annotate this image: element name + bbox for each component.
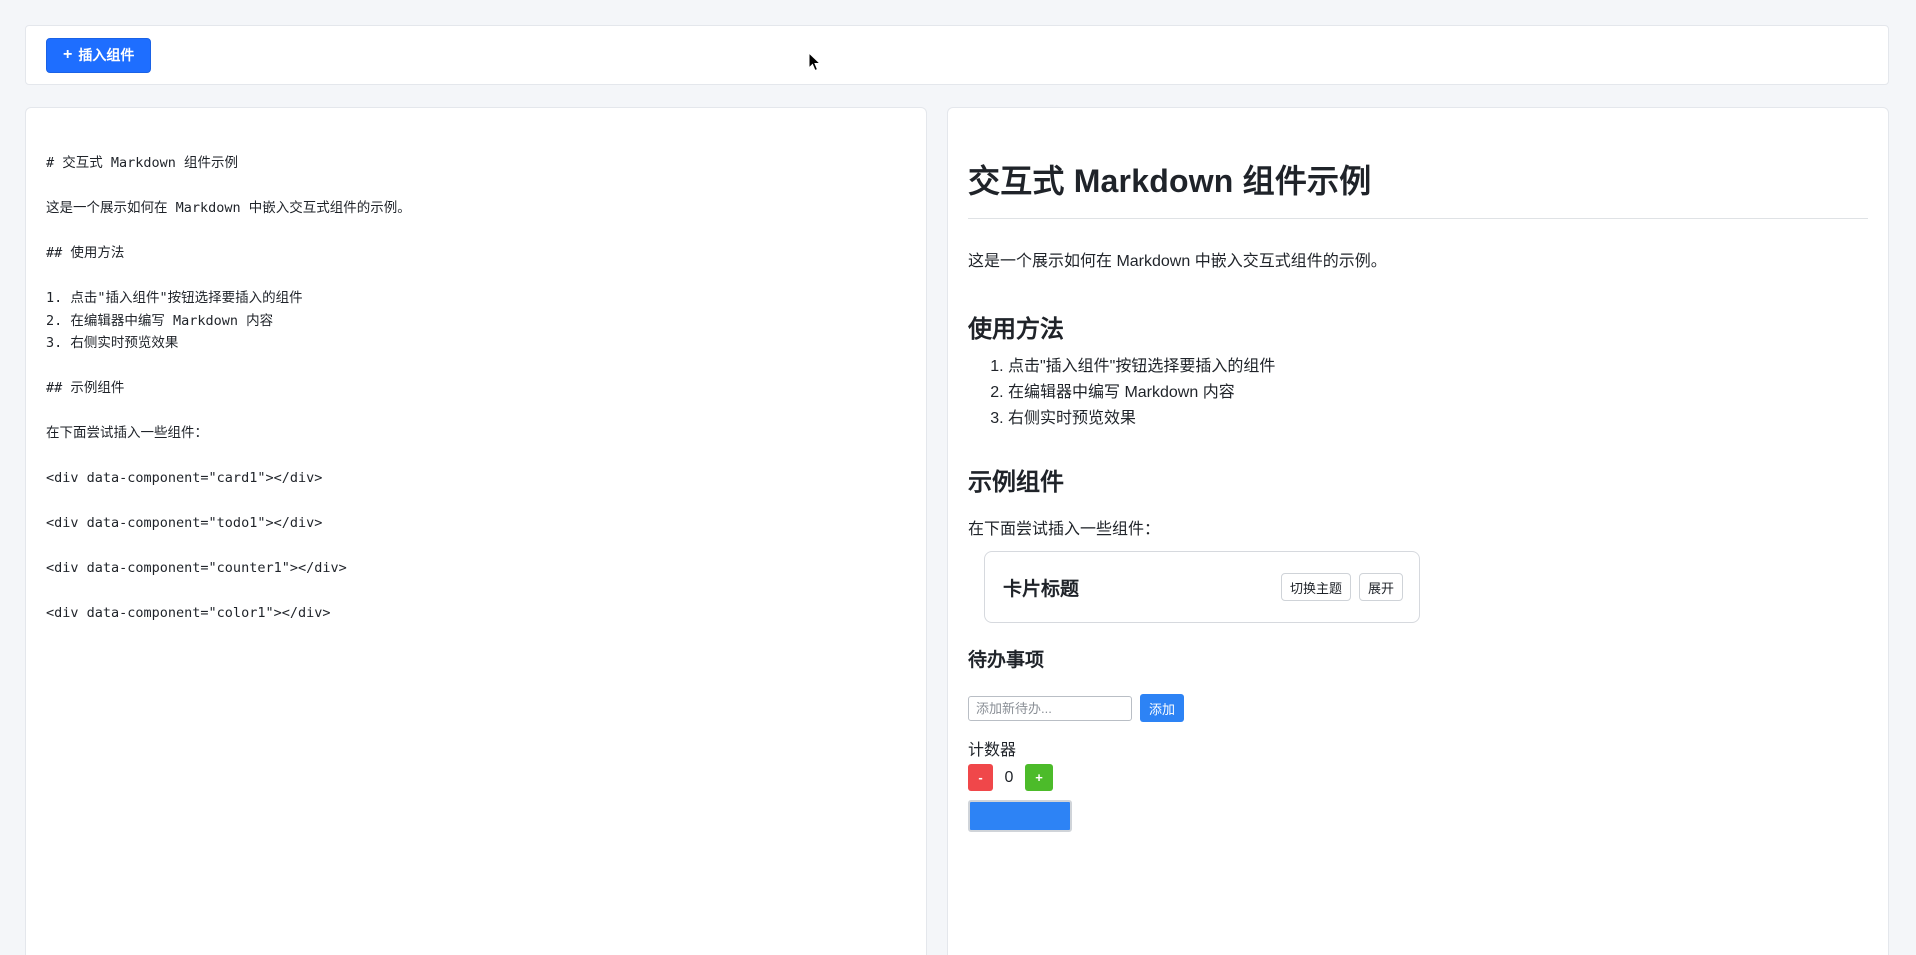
expand-button[interactable]: 展开 bbox=[1358, 573, 1403, 601]
usage-steps: 点击"插入组件"按钮选择要插入的组件 在编辑器中编写 Markdown 内容 右… bbox=[968, 354, 1868, 432]
add-todo-button[interactable]: 添加 bbox=[1140, 694, 1185, 722]
app-window: + 插入组件 # 交互式 Markdown 组件示例这是一个展示如何在 Mark… bbox=[0, 0, 1916, 955]
list-item: 右侧实时预览效果 bbox=[1008, 406, 1868, 432]
editor-line: 1. 点击"插入组件"按钮选择要插入的组件 bbox=[46, 290, 303, 306]
increment-button[interactable]: + bbox=[1025, 764, 1053, 791]
editor-line: 3. 右侧实时预览效果 bbox=[46, 335, 179, 351]
counter-row: - 0 + bbox=[968, 764, 1868, 791]
preview-panel: 交互式 Markdown 组件示例 这是一个展示如何在 Markdown 中嵌入… bbox=[947, 107, 1889, 955]
editor-line: <div data-component="todo1"></div> bbox=[46, 515, 323, 531]
card-title: 卡片标题 bbox=[1003, 578, 1080, 600]
editor-line: <div data-component="counter1"></div> bbox=[46, 560, 347, 576]
editor-line: 在下面尝试插入一些组件： bbox=[46, 425, 208, 441]
markdown-preview: 交互式 Markdown 组件示例 这是一个展示如何在 Markdown 中嵌入… bbox=[968, 148, 1868, 832]
todo-input-row: 添加 bbox=[968, 694, 1868, 722]
preview-title: 交互式 Markdown 组件示例 bbox=[968, 148, 1868, 219]
list-item: 点击"插入组件"按钮选择要插入的组件 bbox=[1008, 354, 1868, 380]
card-actions: 切换主题 展开 bbox=[1280, 573, 1403, 601]
todo-input[interactable] bbox=[968, 695, 1132, 721]
todo-title: 待办事项 bbox=[968, 650, 1045, 671]
insert-component-label: 插入组件 bbox=[78, 47, 135, 63]
counter-label: 计数器 bbox=[968, 742, 1017, 759]
toggle-theme-button[interactable]: 切换主题 bbox=[1280, 573, 1351, 601]
examples-heading: 示例组件 bbox=[968, 469, 1064, 496]
toolbar: + 插入组件 bbox=[25, 25, 1889, 85]
plus-icon: + bbox=[63, 46, 73, 63]
editor-line: # 交互式 Markdown 组件示例 bbox=[46, 155, 239, 171]
insert-component-button[interactable]: + 插入组件 bbox=[46, 37, 152, 73]
list-item: 在编辑器中编写 Markdown 内容 bbox=[1008, 380, 1868, 406]
counter-value: 0 bbox=[1004, 768, 1014, 786]
color-picker[interactable] bbox=[968, 800, 1072, 832]
decrement-button[interactable]: - bbox=[968, 764, 993, 791]
markdown-editor[interactable]: # 交互式 Markdown 组件示例这是一个展示如何在 Markdown 中嵌… bbox=[46, 152, 906, 955]
editor-line: 这是一个展示如何在 Markdown 中嵌入交互式组件的示例。 bbox=[46, 200, 411, 216]
editor-line: ## 使用方法 bbox=[46, 245, 125, 261]
card-component: 卡片标题 切换主题 展开 bbox=[984, 551, 1420, 623]
editor-line: <div data-component="color1"></div> bbox=[46, 605, 331, 621]
editor-line: 2. 在编辑器中编写 Markdown 内容 bbox=[46, 312, 274, 329]
editor-line: <div data-component="card1"></div> bbox=[46, 470, 323, 486]
editor-line: ## 示例组件 bbox=[46, 380, 125, 396]
preview-intro: 这是一个展示如何在 Markdown 中嵌入交互式组件的示例。 bbox=[968, 253, 1387, 270]
usage-heading: 使用方法 bbox=[968, 316, 1064, 343]
mouse-cursor-icon bbox=[808, 52, 822, 72]
editor-panel: # 交互式 Markdown 组件示例这是一个展示如何在 Markdown 中嵌… bbox=[25, 107, 927, 955]
examples-intro: 在下面尝试插入一些组件： bbox=[968, 521, 1161, 538]
